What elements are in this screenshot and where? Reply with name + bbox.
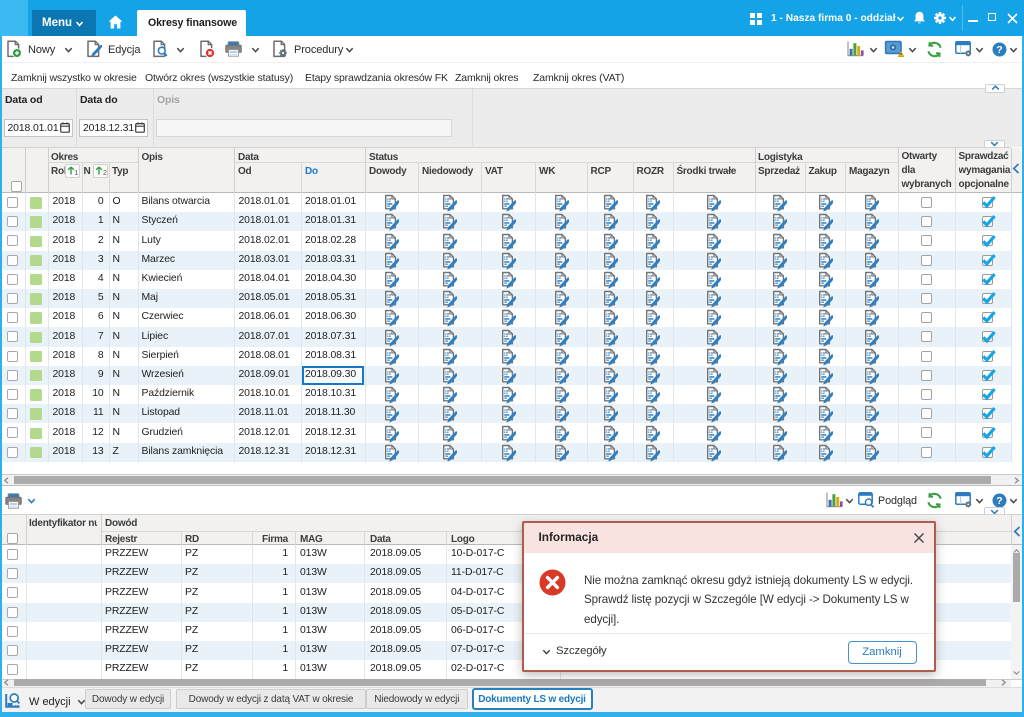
svg-text:?: ? (996, 44, 1002, 56)
svg-text:?: ? (996, 495, 1002, 507)
